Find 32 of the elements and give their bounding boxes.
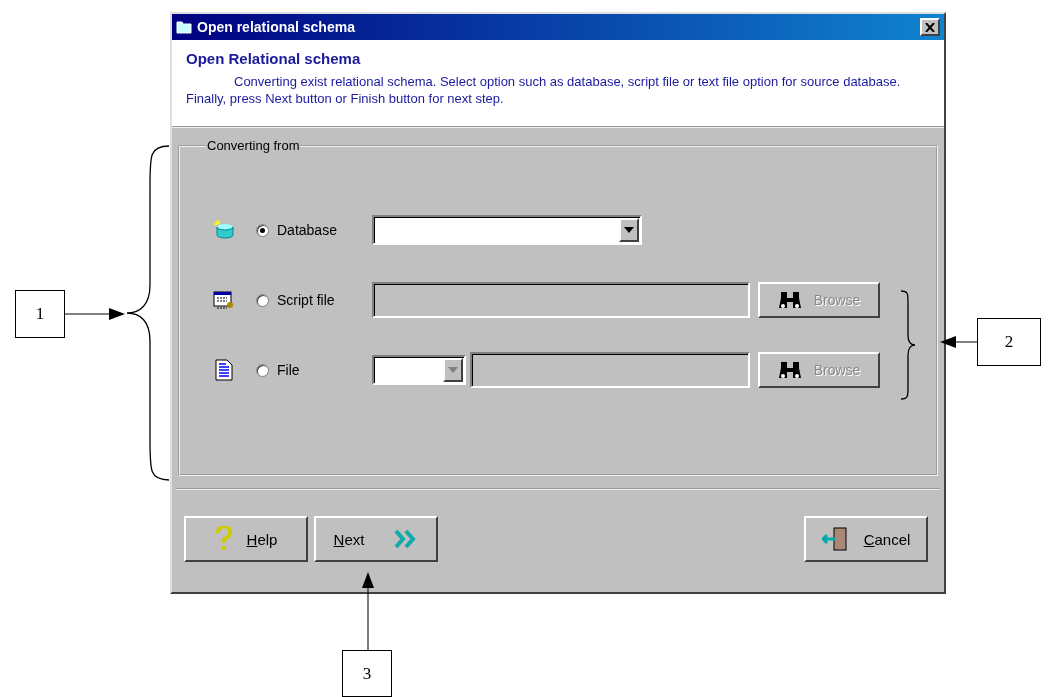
- caret-icon: [624, 227, 634, 233]
- exit-door-icon: [821, 526, 850, 552]
- next-button[interactable]: Next: [314, 516, 438, 562]
- caret-icon: [448, 367, 458, 373]
- close-button[interactable]: [920, 18, 940, 36]
- binoculars-icon: [777, 290, 802, 310]
- group-title: Converting from: [206, 138, 301, 153]
- header-title: Open Relational schema: [186, 50, 362, 67]
- question-mark-icon: [214, 526, 233, 552]
- radio-button[interactable]: [256, 223, 269, 237]
- arrow: [65, 307, 125, 321]
- option-label: Database: [277, 222, 337, 238]
- window-title: Open relational schema: [197, 19, 356, 35]
- arrow: [940, 335, 977, 349]
- header-description: Converting exist relational schema. Select option such as database, script file or text file option for source database. Finally, press Next button or Finish button for next step.: [186, 73, 902, 107]
- help-button[interactable]: Help: [184, 516, 308, 562]
- option-label: File: [277, 362, 300, 378]
- window-icon: [176, 20, 192, 34]
- radio-button[interactable]: [256, 363, 269, 377]
- callout-label: 1: [15, 290, 65, 338]
- document-icon: [215, 359, 233, 381]
- callout-label: 2: [977, 318, 1041, 366]
- cancel-button[interactable]: Cancel: [804, 516, 928, 562]
- radio-button[interactable]: [256, 293, 269, 307]
- dropdown-field[interactable]: [372, 215, 642, 245]
- script-icon: [213, 289, 235, 311]
- database-icon: [213, 219, 235, 241]
- option-label: Script file: [277, 292, 335, 308]
- close-icon: [925, 22, 935, 32]
- dropdown-field[interactable]: [372, 355, 466, 385]
- binoculars-icon: [777, 360, 802, 380]
- callout-label: 3: [342, 650, 392, 697]
